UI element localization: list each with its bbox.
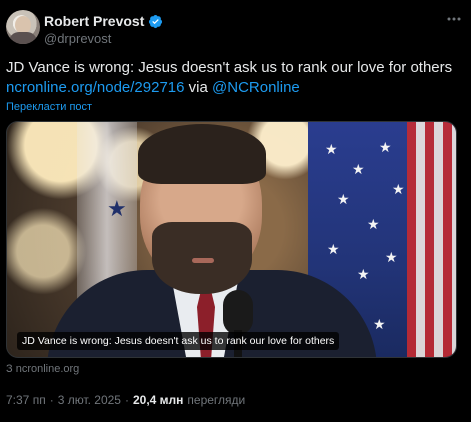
views-count: 20,4 млн — [132, 393, 184, 407]
flag-stripes-image — [407, 122, 456, 357]
tweet-header: Robert Prevost @drprevost — [6, 10, 465, 50]
flag-star-icon: ★ — [367, 216, 380, 232]
microphone-image — [223, 290, 253, 335]
tweet-text: JD Vance is wrong: Jesus doesn't ask us … — [6, 58, 461, 98]
mention-link[interactable]: @NCRonline — [212, 79, 300, 96]
speaker-mouth — [192, 258, 214, 263]
tweet-time[interactable]: 7:37 пп — [6, 393, 46, 407]
article-link[interactable]: ncronline.org/node/292716 — [6, 79, 184, 96]
verified-badge-icon — [148, 14, 163, 29]
tweet-date[interactable]: 3 лют. 2025 — [58, 393, 121, 407]
tweet-card: Robert Prevost @drprevost JD Vance is wr… — [0, 0, 471, 422]
avatar-shirt — [9, 32, 37, 44]
flag-star-icon: ★ — [379, 139, 392, 155]
speaker-hair — [138, 124, 266, 184]
tweet-meta: 7:37 пп · 3 лют. 2025 · 20,4 млн перегля… — [6, 393, 245, 407]
flag-star-icon: ★ — [327, 241, 340, 257]
media-source[interactable]: З ncronline.org — [6, 363, 79, 375]
avatar[interactable] — [6, 10, 40, 44]
flag-star-icon: ★ — [352, 161, 365, 177]
tweet-body: JD Vance is wrong: Jesus doesn't ask us … — [6, 59, 453, 76]
meta-separator: · — [49, 393, 54, 407]
via-word: via — [188, 79, 208, 96]
flag-star-icon: ★ — [337, 191, 350, 207]
author-handle[interactable]: @drprevost — [44, 31, 111, 46]
media-caption: JD Vance is wrong: Jesus doesn't ask us … — [17, 332, 340, 350]
flag-star-icon: ★ — [325, 141, 338, 157]
flag-star-icon: ★ — [373, 316, 386, 332]
media-card[interactable]: ★ ★ ★ ★ ★ ★ ★ ★ ★ ★ ★ ★ JD Vance is wron… — [6, 121, 457, 358]
flag-star-icon: ★ — [392, 181, 405, 197]
flag-star-icon: ★ — [107, 196, 127, 221]
more-horizontal-icon[interactable] — [445, 12, 463, 26]
flag-star-icon: ★ — [385, 249, 398, 265]
flag-star-icon: ★ — [357, 266, 370, 282]
translate-post-link[interactable]: Перекласти пост — [6, 101, 92, 113]
meta-separator: · — [124, 393, 129, 407]
author-name[interactable]: Robert Prevost — [44, 13, 144, 29]
views-label: перегляди — [187, 393, 246, 407]
author-name-row[interactable]: Robert Prevost — [44, 12, 163, 30]
